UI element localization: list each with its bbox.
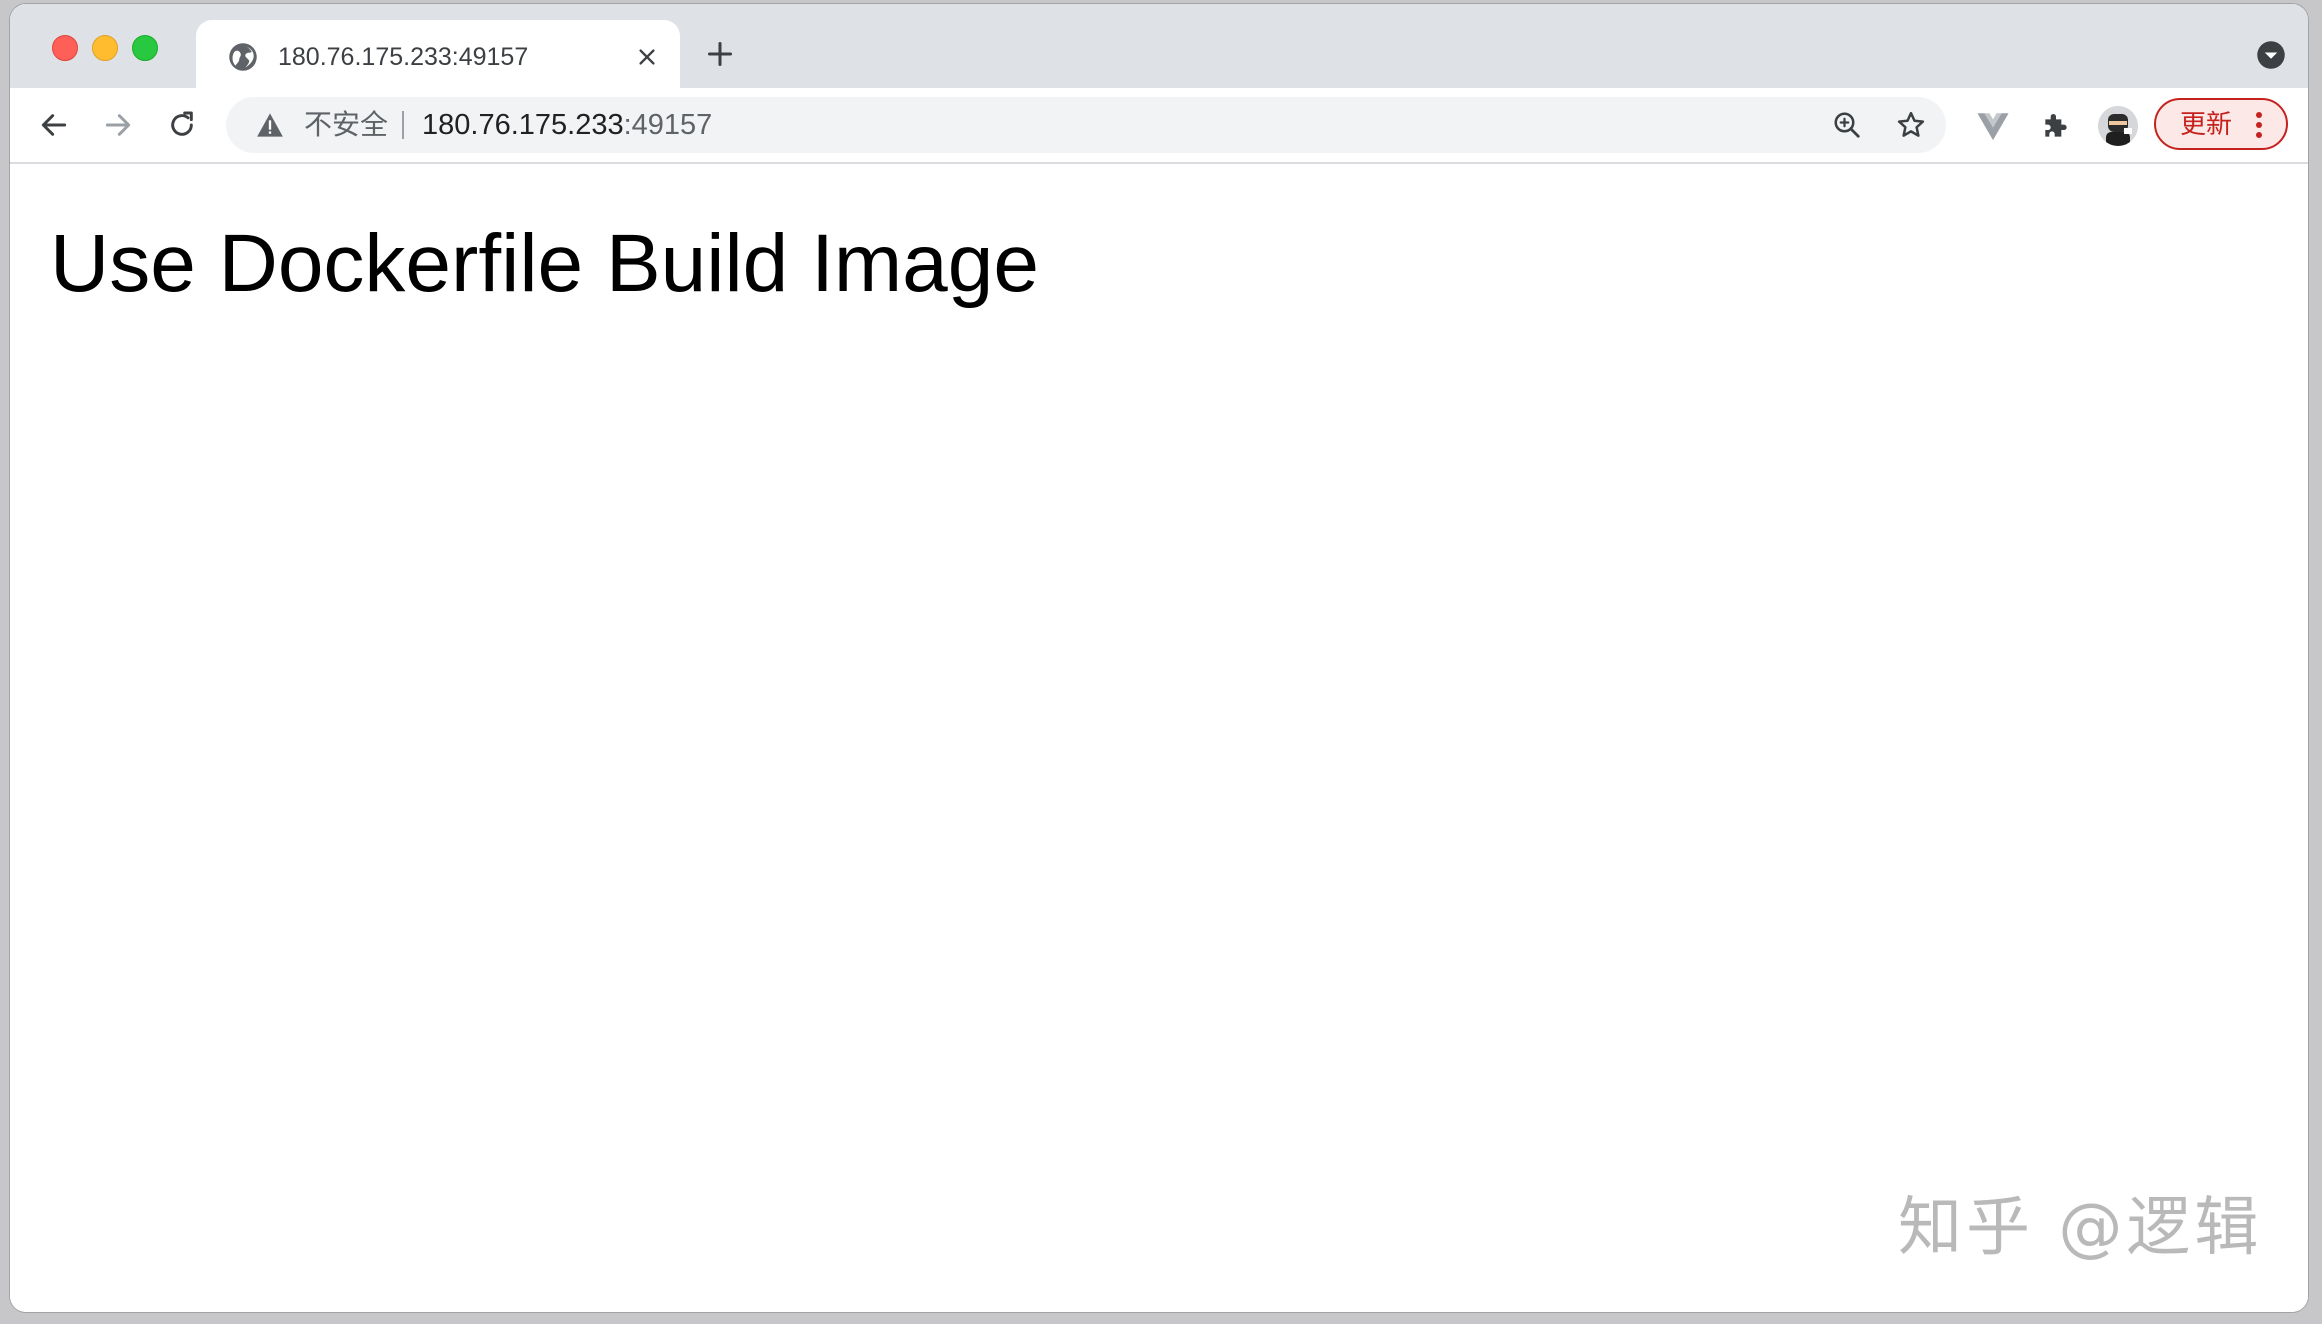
update-chrome-button[interactable]: 更新 — [2154, 98, 2288, 150]
tab-strip: 180.76.175.233:49157 — [10, 4, 2308, 90]
browser-toolbar: 不安全 180.76.175.233:49157 更新 — [10, 88, 2308, 164]
back-arrow-icon[interactable] — [38, 109, 70, 141]
profile-avatar[interactable] — [2098, 106, 2138, 146]
omnibox-divider — [402, 111, 404, 139]
reload-icon[interactable] — [166, 109, 198, 141]
security-status-label[interactable]: 不安全 — [304, 109, 388, 141]
close-window-button[interactable] — [52, 35, 78, 61]
bookmark-star-icon[interactable] — [1896, 110, 1926, 140]
page-content: Use Dockerfile Build Image 知乎 @逻辑 — [10, 164, 2308, 1312]
close-tab-icon[interactable] — [636, 46, 658, 68]
globe-icon — [229, 43, 257, 71]
zoom-icon[interactable] — [1832, 110, 1862, 140]
watermark: 知乎 @逻辑 — [1898, 1191, 2263, 1265]
tab-search-icon[interactable] — [2256, 40, 2286, 70]
url-host: 180.76.175.233 — [422, 109, 624, 141]
address-bar[interactable]: 不安全 180.76.175.233:49157 — [226, 97, 1946, 153]
browser-window: 180.76.175.233:49157 不安全 180.76.175.233:… — [10, 4, 2308, 1312]
url-text[interactable]: 180.76.175.233:49157 — [422, 109, 712, 141]
update-label: 更新 — [2180, 109, 2233, 139]
page-heading: Use Dockerfile Build Image — [50, 218, 1039, 309]
new-tab-icon[interactable] — [706, 40, 734, 68]
extensions-puzzle-icon[interactable] — [2040, 110, 2072, 142]
maximize-window-button[interactable] — [132, 35, 158, 61]
tab-title: 180.76.175.233:49157 — [278, 43, 529, 71]
vue-devtools-extension-icon[interactable] — [1976, 110, 2010, 142]
url-port: :49157 — [623, 109, 713, 141]
forward-arrow-icon[interactable] — [102, 109, 134, 141]
warning-icon[interactable] — [256, 112, 284, 138]
menu-dots-icon — [2256, 112, 2262, 138]
tab-active[interactable]: 180.76.175.233:49157 — [196, 20, 680, 90]
avatar-image-icon — [2098, 106, 2138, 146]
minimize-window-button[interactable] — [92, 35, 118, 61]
